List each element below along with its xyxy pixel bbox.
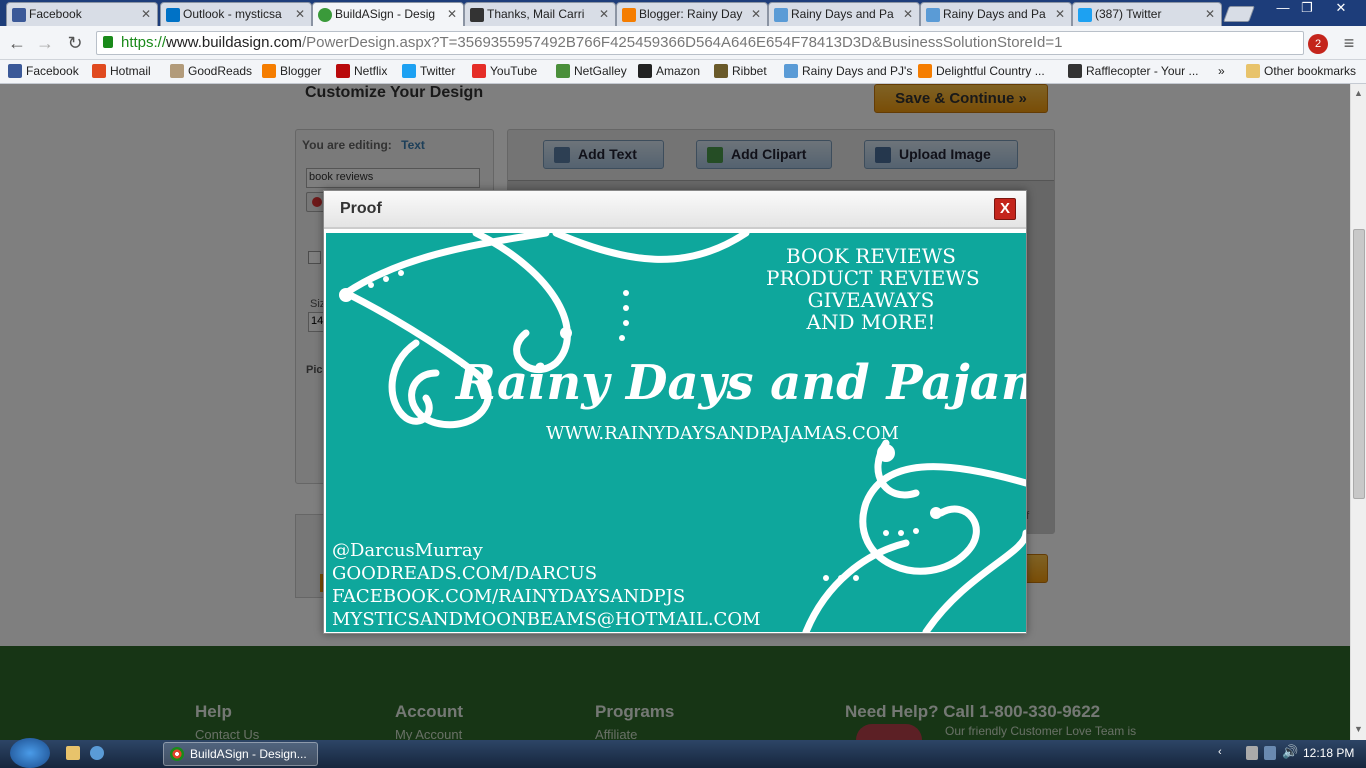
explorer-icon[interactable] <box>66 746 80 760</box>
taskbar-app-buildasign[interactable]: BuildASign - Design... <box>163 742 318 766</box>
bookmark-amazon[interactable]: Amazon <box>638 64 700 78</box>
dialog-header: Proof X <box>324 191 1026 229</box>
umbrella-icon <box>784 64 798 78</box>
minimize-button[interactable]: — <box>1272 0 1294 18</box>
proof-contacts: @DarcusMurray GOODREADS.COM/DARCUS FACEB… <box>332 539 761 631</box>
bookmark-netgalley[interactable]: NetGalley <box>556 64 627 78</box>
scroll-down-icon[interactable]: ▼ <box>1354 724 1363 734</box>
tray-icon[interactable] <box>1246 746 1258 760</box>
address-bar[interactable]: https://www.buildasign.com/PowerDesign.a… <box>96 31 1304 55</box>
bookmark-blogger[interactable]: Blogger <box>262 64 321 78</box>
dialog-title: Proof <box>340 200 382 217</box>
tab-buildasign[interactable]: BuildASign - Desig ✕ <box>312 2 464 26</box>
tab-blogger[interactable]: Blogger: Rainy Day ✕ <box>616 2 768 26</box>
amazon-icon <box>638 64 652 78</box>
blog-icon <box>470 8 484 22</box>
scrollbar-thumb[interactable] <box>1353 229 1365 499</box>
maximize-button[interactable]: ❐ <box>1296 0 1318 18</box>
rafflecopter-icon <box>1068 64 1082 78</box>
proof-image: BOOK REVIEWS PRODUCT REVIEWS GIVEAWAYS A… <box>326 233 1026 632</box>
windows-taskbar: BuildASign - Design... ‹ 🔊 12:18 PM <box>0 738 1366 768</box>
back-icon[interactable]: ← <box>6 32 28 54</box>
menu-icon[interactable]: ≡ <box>1338 32 1360 54</box>
chrome-icon <box>170 747 184 761</box>
other-bookmarks-folder[interactable]: Other bookmarks <box>1246 64 1356 78</box>
bookmark-youtube[interactable]: YouTube <box>472 64 537 78</box>
proof-dialog: Proof X BOOK REVIEWS PRODUCT REVIEWS GIV… <box>323 190 1027 634</box>
facebook-icon <box>8 64 22 78</box>
proof-lines: BOOK REVIEWS PRODUCT REVIEWS GIVEAWAYS A… <box>766 244 980 334</box>
youtube-icon <box>472 64 486 78</box>
twitter-icon <box>1078 8 1092 22</box>
windows-icon <box>92 64 106 78</box>
blogger-icon <box>622 8 636 22</box>
blogger-icon <box>262 64 276 78</box>
tab-rainy-days-2[interactable]: Rainy Days and Pa ✕ <box>920 2 1072 26</box>
tab-twitter[interactable]: (387) Twitter ✕ <box>1072 2 1222 26</box>
proof-line-2: PRODUCT REVIEWS <box>766 266 980 290</box>
close-tab-icon[interactable]: ✕ <box>1205 7 1215 21</box>
proof-website: WWW.RAINYDAYSANDPAJAMAS.COM <box>546 423 899 444</box>
bookmark-rainy-days[interactable]: Rainy Days and PJ's <box>784 64 912 78</box>
bookmark-rafflecopter[interactable]: Rafflecopter - Your ... <box>1068 64 1199 78</box>
close-tab-icon[interactable]: ✕ <box>751 7 761 21</box>
proof-contact-2: GOODREADS.COM/DARCUS <box>332 563 598 584</box>
start-button[interactable] <box>10 738 50 768</box>
close-tab-icon[interactable]: ✕ <box>295 7 305 21</box>
ie-icon[interactable] <box>90 746 104 760</box>
tab-outlook[interactable]: Outlook - mysticsa ✕ <box>160 2 312 26</box>
tray-expand-icon[interactable]: ‹ <box>1218 746 1222 758</box>
close-tab-icon[interactable]: ✕ <box>447 7 457 21</box>
close-window-button[interactable]: ✕ <box>1330 0 1352 18</box>
bookmark-facebook[interactable]: Facebook <box>8 64 79 78</box>
proof-line-3: GIVEAWAYS <box>807 288 935 312</box>
netgalley-icon <box>556 64 570 78</box>
outlook-icon <box>166 8 180 22</box>
extension-icon[interactable]: 2 <box>1308 34 1328 54</box>
close-tab-icon[interactable]: ✕ <box>1055 7 1065 21</box>
close-tab-icon[interactable]: ✕ <box>599 7 609 21</box>
forward-icon[interactable]: → <box>34 32 56 54</box>
blogger-icon <box>918 64 932 78</box>
new-tab-button[interactable] <box>1223 6 1255 22</box>
close-tab-icon[interactable]: ✕ <box>141 7 151 21</box>
more-bookmarks-button[interactable]: » <box>1202 64 1225 78</box>
umbrella-icon <box>774 8 788 22</box>
tab-rainy-days-1[interactable]: Rainy Days and Pa ✕ <box>768 2 920 26</box>
network-icon[interactable] <box>1264 746 1276 760</box>
bookmarks-bar: Facebook Hotmail GoodReads Blogger Netfl… <box>0 60 1366 84</box>
ribbet-icon <box>714 64 728 78</box>
proof-line-1: BOOK REVIEWS <box>785 244 957 268</box>
close-dialog-button[interactable]: X <box>994 198 1016 220</box>
bookmark-goodreads[interactable]: GoodReads <box>170 64 252 78</box>
proof-line-4: AND MORE! <box>806 310 936 334</box>
clock[interactable]: 12:18 PM <box>1303 746 1354 760</box>
scroll-up-icon[interactable]: ▲ <box>1354 88 1363 98</box>
tab-facebook[interactable]: Facebook ✕ <box>6 2 158 26</box>
netflix-icon <box>336 64 350 78</box>
proof-contact-4: MYSTICSANDMOONBEAMS@HOTMAIL.COM <box>332 609 761 630</box>
goodreads-icon <box>170 64 184 78</box>
proof-contact-1: @DarcusMurray <box>332 540 483 561</box>
twitter-icon <box>402 64 416 78</box>
bookmark-delightful-country[interactable]: Delightful Country ... <box>918 64 1045 78</box>
bookmark-twitter[interactable]: Twitter <box>402 64 455 78</box>
bookmark-netflix[interactable]: Netflix <box>336 64 387 78</box>
volume-icon[interactable]: 🔊 <box>1282 744 1298 760</box>
proof-brand: Rainy Days and Pajamas <box>456 355 1026 411</box>
folder-icon <box>1246 64 1260 78</box>
bookmark-ribbet[interactable]: Ribbet <box>714 64 767 78</box>
reload-icon[interactable]: ↻ <box>64 32 86 54</box>
bookmark-hotmail[interactable]: Hotmail <box>92 64 151 78</box>
page-scrollbar[interactable]: ▲ ▼ <box>1350 84 1366 740</box>
umbrella-icon <box>926 8 940 22</box>
lock-icon <box>103 36 113 48</box>
tab-thanks-mail[interactable]: Thanks, Mail Carri ✕ <box>464 2 616 26</box>
tab-strip: Facebook ✕ Outlook - mysticsa ✕ BuildASign… <box>0 0 1366 26</box>
buildasign-icon <box>318 8 332 22</box>
proof-contact-3: FACEBOOK.COM/RAINYDAYSANDPJS <box>332 586 686 607</box>
close-tab-icon[interactable]: ✕ <box>903 7 913 21</box>
facebook-icon <box>12 8 26 22</box>
